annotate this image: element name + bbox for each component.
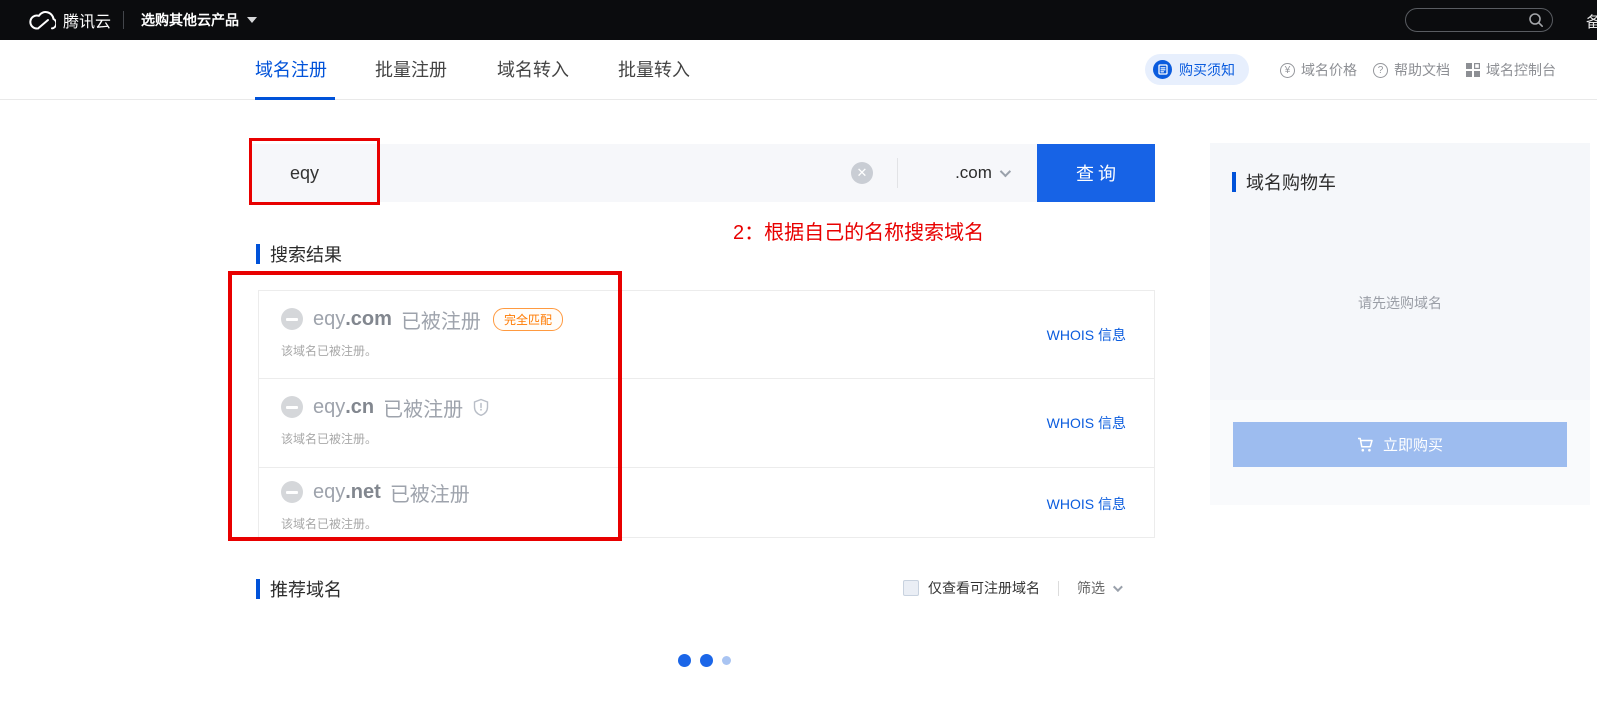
loading-dots — [678, 654, 731, 667]
filter-dropdown[interactable]: 筛选 — [1077, 578, 1120, 598]
section-accent-bar — [256, 244, 260, 264]
search-results-header: 搜索结果 — [256, 241, 342, 267]
search-results-panel: eqy.com 已被注册 完全匹配 该域名已被注册。 WHOIS 信息 eqy.… — [258, 290, 1155, 538]
purchase-notice-button[interactable]: 购买须知 — [1145, 54, 1249, 85]
domain-console-label: 域名控制台 — [1486, 60, 1556, 80]
exact-match-badge: 完全匹配 — [493, 308, 563, 331]
recommended-header: 推荐域名 — [256, 576, 342, 602]
domain-subnav: 域名注册 批量注册 域名转入 批量转入 购买须知 ¥ 域名价格 ? 帮助文档 — [0, 40, 1597, 100]
result-note: 该域名已被注册。 — [281, 515, 377, 532]
cart-icon — [1357, 437, 1374, 453]
buy-now-label: 立即购买 — [1383, 434, 1443, 455]
tab-domain-transfer[interactable]: 域名转入 — [497, 40, 569, 100]
whois-link[interactable]: WHOIS 信息 — [1047, 413, 1126, 433]
tab-batch-transfer[interactable]: 批量转入 — [618, 40, 690, 100]
help-docs-link[interactable]: ? 帮助文档 — [1373, 40, 1450, 100]
unavailable-icon — [281, 308, 303, 330]
unavailable-icon — [281, 481, 303, 503]
recommended-title: 推荐域名 — [270, 576, 342, 602]
buy-now-button[interactable]: 立即购买 — [1233, 422, 1567, 467]
domain-registration-page: 腾讯云 选购其他云产品 备 域名注册 批量注册 域名转入 批量转入 — [0, 0, 1597, 724]
loader-dot — [722, 656, 731, 665]
clear-icon[interactable]: ✕ — [851, 162, 873, 184]
result-row-eqy-net: eqy.net 已被注册 该域名已被注册。 WHOIS 信息 — [259, 467, 1154, 539]
brand-text: 腾讯云 — [63, 8, 111, 32]
domain-status: 已被注册 — [401, 305, 481, 334]
whois-link[interactable]: WHOIS 信息 — [1047, 325, 1126, 345]
tab-batch-register[interactable]: 批量注册 — [375, 40, 447, 100]
result-note: 该域名已被注册。 — [281, 342, 377, 359]
domain-search-input[interactable] — [290, 158, 810, 188]
domain-cart-panel: 域名购物车 请先选购域名 立即购买 — [1210, 143, 1590, 505]
recommend-controls: 仅查看可注册域名 筛选 — [903, 578, 1120, 598]
section-accent-bar — [256, 579, 260, 599]
yuan-circle-icon: ¥ — [1280, 63, 1295, 78]
question-circle-icon: ? — [1373, 63, 1388, 78]
tld-select[interactable]: .com — [926, 144, 1037, 202]
console-grid-icon — [1466, 63, 1480, 77]
topbar-search-input[interactable] — [1418, 12, 1528, 26]
whois-link[interactable]: WHOIS 信息 — [1047, 494, 1126, 514]
domain-price-label: 域名价格 — [1301, 60, 1357, 80]
result-row-eqy-com: eqy.com 已被注册 完全匹配 该域名已被注册。 WHOIS 信息 — [259, 291, 1154, 378]
loader-dot — [700, 654, 713, 667]
domain-name: eqy — [313, 396, 345, 419]
domain-tld: .com — [345, 308, 392, 331]
result-title: eqy.cn 已被注册 — [313, 393, 490, 422]
chevron-down-icon — [1000, 166, 1011, 177]
cart-header: 域名购物车 — [1232, 169, 1336, 195]
domain-console-link[interactable]: 域名控制台 — [1466, 40, 1556, 100]
tab-domain-register[interactable]: 域名注册 — [255, 40, 327, 100]
domain-status: 已被注册 — [383, 393, 463, 422]
cloud-logo-icon — [28, 11, 56, 30]
annotation-step-text: 2：根据自己的名称搜索域名 — [733, 216, 984, 245]
cart-empty-text: 请先选购域名 — [1210, 293, 1590, 313]
tld-selected-value: .com — [955, 163, 992, 183]
registrable-only-checkbox[interactable] — [903, 580, 919, 596]
loader-dot — [678, 654, 691, 667]
cart-title: 域名购物车 — [1246, 169, 1336, 195]
unavailable-icon — [281, 396, 303, 418]
help-docs-label: 帮助文档 — [1394, 60, 1450, 80]
filter-label: 筛选 — [1077, 578, 1105, 598]
other-products-label: 选购其他云产品 — [141, 10, 239, 30]
domain-name: eqy — [313, 308, 345, 331]
registrable-only-label[interactable]: 仅查看可注册域名 — [928, 578, 1040, 598]
topbar-divider — [123, 11, 124, 29]
result-row-eqy-cn: eqy.cn 已被注册 该域名已被注册。 WHOIS 信息 — [259, 378, 1154, 467]
domain-tld: .cn — [345, 396, 374, 419]
topbar-search[interactable] — [1405, 8, 1553, 32]
notice-doc-icon — [1153, 60, 1172, 79]
result-note: 该域名已被注册。 — [281, 430, 377, 447]
caret-down-icon — [247, 17, 257, 23]
controls-divider — [1058, 581, 1059, 596]
tencent-cloud-logo[interactable]: 腾讯云 — [28, 0, 111, 40]
domain-tld: .net — [345, 481, 381, 504]
search-icon — [1528, 12, 1544, 28]
query-button[interactable]: 查询 — [1037, 144, 1155, 202]
result-title: eqy.net 已被注册 — [313, 478, 470, 507]
other-products-menu[interactable]: 选购其他云产品 — [141, 0, 257, 40]
search-divider — [897, 158, 898, 188]
purchase-notice-label: 购买须知 — [1179, 60, 1235, 80]
section-accent-bar — [1232, 172, 1236, 192]
domain-name: eqy — [313, 481, 345, 504]
shield-info-icon[interactable] — [472, 398, 490, 417]
active-tab-underline — [255, 97, 335, 100]
search-results-title: 搜索结果 — [270, 241, 342, 267]
topbar: 腾讯云 选购其他云产品 备 — [0, 0, 1597, 40]
domain-price-link[interactable]: ¥ 域名价格 — [1280, 40, 1357, 100]
result-title: eqy.com 已被注册 完全匹配 — [313, 305, 563, 334]
domain-status: 已被注册 — [390, 478, 470, 507]
domain-search-bar: ✕ .com — [250, 144, 1037, 202]
chevron-down-icon — [1113, 582, 1123, 592]
cutoff-text: 备 — [1586, 11, 1597, 32]
